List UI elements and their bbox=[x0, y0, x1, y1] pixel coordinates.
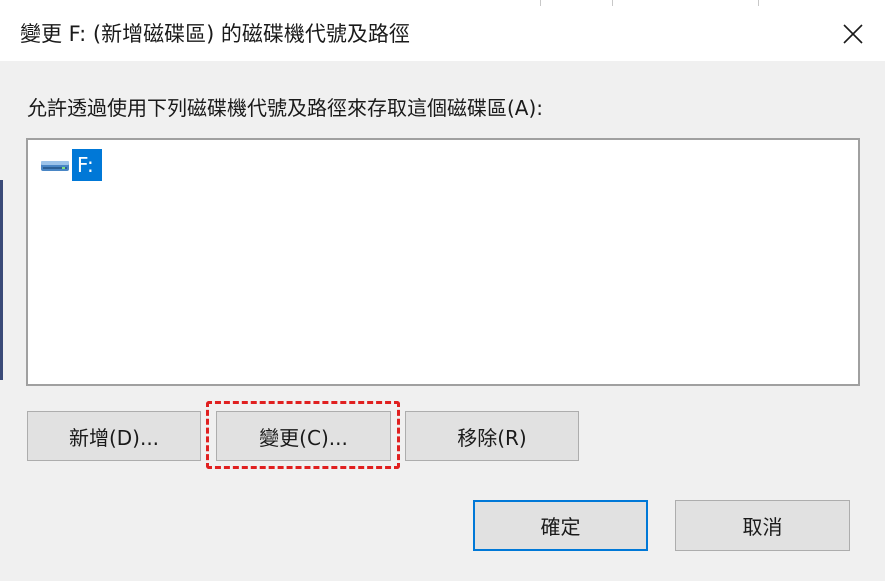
background-window-edge bbox=[0, 180, 3, 380]
dialog-title: 變更 F: (新增磁碟區) 的磁碟機代號及路徑 bbox=[20, 22, 410, 46]
ok-button[interactable]: 確定 bbox=[473, 500, 648, 551]
list-item[interactable]: F: bbox=[40, 148, 102, 182]
change-drive-letter-dialog: 變更 F: (新增磁碟區) 的磁碟機代號及路徑 允許透過使用下列磁碟機代號及路徑… bbox=[0, 0, 885, 581]
drive-letter-list[interactable]: F: bbox=[26, 138, 860, 386]
title-bar: 變更 F: (新增磁碟區) 的磁碟機代號及路徑 bbox=[0, 6, 885, 61]
remove-button[interactable]: 移除(R) bbox=[405, 411, 579, 461]
add-button[interactable]: 新增(D)... bbox=[27, 411, 201, 461]
instruction-label: 允許透過使用下列磁碟機代號及路徑來存取這個磁碟區(A): bbox=[27, 96, 544, 120]
close-icon bbox=[843, 23, 863, 44]
list-item-label: F: bbox=[72, 149, 102, 181]
change-button[interactable]: 變更(C)... bbox=[216, 411, 391, 461]
cancel-button[interactable]: 取消 bbox=[675, 500, 850, 551]
close-button[interactable] bbox=[821, 6, 885, 61]
drive-icon bbox=[41, 161, 69, 171]
